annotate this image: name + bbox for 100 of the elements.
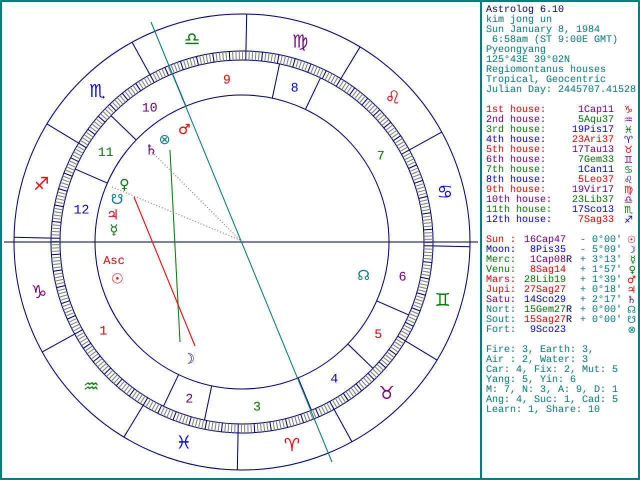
planet-glyph: ⊗ (158, 132, 170, 148)
chart-info-line: 6:58am (ST 9:00E GMT) (492, 36, 620, 46)
planet-name: Venu: (486, 266, 518, 276)
house-number: 1 (99, 323, 108, 338)
zodiac-sign-glyph: ♏ (89, 81, 106, 102)
sign-glyph: ♓ (624, 126, 633, 136)
planet-position: 15Sag27 (522, 316, 566, 326)
house-label: 11th house: (486, 206, 554, 216)
house-cusp-value: 7Gem33 (576, 156, 615, 166)
chart-info-line: Regiomontanus houses (486, 66, 608, 76)
zodiac-sign-glyph: ♐ (33, 174, 50, 195)
sign-glyph: ♌ (624, 176, 633, 186)
planet-name: Moon: (486, 246, 518, 256)
house-label: 7th house: (486, 166, 548, 176)
house-number: 11 (98, 144, 114, 160)
house-number: 8 (290, 80, 299, 96)
house-number: 7 (376, 148, 385, 164)
house-cusp-value: 17Sco13 (570, 206, 615, 216)
planet-glyph: ☉ (627, 236, 636, 246)
house-label: 4th house: (486, 136, 548, 146)
planet-name: Jupi: (486, 286, 518, 296)
retrograde-mark: R (566, 255, 572, 266)
planet-glyph: ♀ (628, 266, 636, 276)
house-cusp-value: 19Pis17 (570, 126, 615, 136)
house-label: 6th house: (486, 156, 548, 166)
element-stats-line: Learn: 1, Share: 10 (486, 406, 602, 416)
house-cusp-value: 23Lib37 (570, 196, 615, 206)
planet-glyph: ♂ (178, 122, 191, 138)
planet-position: 8Sag14 (530, 266, 566, 276)
element-stats-line: Ang: 4, Suc: 1, Cad: 5 (486, 396, 620, 406)
planet-latitude: - 5°09' (580, 245, 622, 256)
house-label: 10th house: (486, 196, 554, 206)
zodiac-sign-glyph: ♎ (184, 29, 200, 50)
house-label: 12th house: (486, 216, 554, 226)
planet-latitude: + 3°13' (580, 255, 622, 266)
planet-glyph: ♄ (144, 142, 158, 158)
planet-name: Merc: (486, 256, 518, 266)
house-number: 5 (374, 327, 382, 342)
zodiac-sign-glyph: ♍ (292, 31, 308, 52)
element-stats-line: Air : 2, Water: 3 (486, 356, 588, 366)
element-stats-line: Car: 4, Fix: 2, Mut: 5 (486, 366, 620, 376)
sign-glyph: ♊ (624, 156, 633, 166)
planet-glyph: ☋ (627, 316, 636, 326)
element-stats-line: M: 7, N: 3, A: 9, D: 1 (486, 386, 620, 396)
house-cusp-value: 5Leo37 (578, 176, 615, 186)
planet-glyph: ☿ (630, 256, 636, 266)
sign-glyph: ♋ (624, 166, 633, 176)
house-cusp-value: 19Vir17 (570, 186, 615, 196)
planet-glyph: ♃ (106, 207, 119, 224)
planet-glyph: ⊗ (628, 326, 636, 336)
planet-latitude: + 0°00' (580, 315, 622, 326)
planet-glyph: ☊ (357, 268, 370, 284)
planet-glyph: ☽ (627, 246, 636, 256)
zodiac-sign-glyph: ♒ (83, 376, 100, 398)
house-number: 12 (74, 202, 90, 218)
planet-position: 27Sag27 (522, 286, 566, 296)
chart-info-line: Sun January 8, 1984 (486, 26, 600, 36)
chart-info-line: kim jong un (486, 16, 554, 26)
sign-glyph: ♉ (624, 146, 633, 156)
house-number: 10 (142, 100, 158, 116)
zodiac-sign-glyph: ♉ (378, 382, 395, 404)
zodiac-sign-glyph: ♊ (434, 290, 451, 312)
planet-latitude: + 1°57' (580, 265, 622, 276)
retrograde-mark: R (566, 305, 572, 316)
house-cusp-value: 7Sag33 (576, 216, 615, 226)
planet-position: 14Sco29 (522, 296, 566, 306)
planet-latitude: + 0°00' (580, 305, 622, 316)
sign-glyph: ♏ (624, 206, 633, 216)
planet-glyph: ♂ (627, 276, 636, 286)
planet-glyph: ☽ (182, 351, 195, 368)
planet-name: Sout: (486, 316, 518, 326)
planet-position: 28Lib19 (522, 276, 566, 286)
house-cusp-value: 5Aqu37 (578, 116, 615, 126)
sign-glyph: ♎ (624, 196, 633, 206)
sign-glyph: ♈ (624, 136, 633, 146)
planet-latitude: + 2°17' (580, 295, 622, 306)
house-label: 2nd house: (486, 116, 548, 126)
zodiac-sign-glyph: ♓ (176, 432, 192, 454)
planet-glyph: ♀ (119, 177, 130, 194)
house-label: 3rd house: (486, 126, 548, 136)
chart-info-line: Tropical, Geocentric (486, 76, 606, 86)
sign-glyph: ♐ (624, 216, 633, 226)
house-label: 8th house: (486, 176, 548, 186)
planet-position: 1Cap08 (528, 256, 566, 266)
house-label: 1st house: (486, 106, 548, 116)
planet-glyph: ☋ (110, 192, 124, 208)
house-label: 9th house: (486, 186, 546, 196)
house-cusp-value: 1Can11 (576, 166, 615, 176)
house-cusp-value: 23Ari37 (570, 136, 615, 146)
ascendant-label: Asc (103, 254, 125, 268)
retrograde-mark: R (566, 315, 572, 326)
zodiac-sign-glyph: ♌ (384, 87, 401, 108)
planet-name: Sun : (486, 236, 518, 246)
zodiac-sign-glyph: ♈ (284, 434, 300, 456)
house-number: 2 (185, 391, 194, 406)
planet-glyph: ☿ (110, 222, 118, 239)
planet-name: Nort: (486, 306, 518, 316)
planet-glyph: ♄ (627, 296, 636, 306)
planet-glyph: ♃ (627, 286, 636, 296)
chart-info-line: Julian Day: 2445707.41528 (486, 86, 638, 96)
